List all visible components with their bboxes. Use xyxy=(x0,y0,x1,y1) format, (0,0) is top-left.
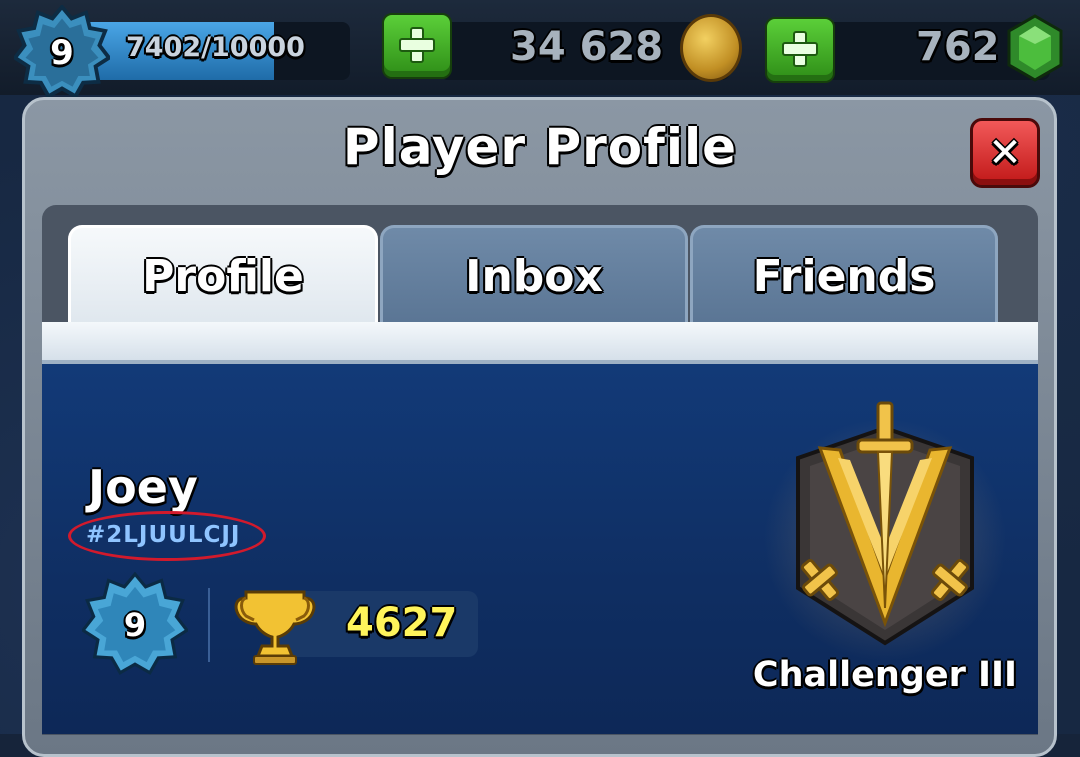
close-icon: ✕ xyxy=(988,130,1022,176)
arena-name: Challenger III xyxy=(752,655,1018,695)
top-level-number: 9 xyxy=(50,33,74,73)
arena-swords-icon[interactable] xyxy=(780,398,990,658)
tab-friends[interactable]: Friends xyxy=(690,225,998,325)
buy-gold-button[interactable] xyxy=(382,13,452,79)
dialog-title: Player Profile xyxy=(342,118,738,176)
trophy-count: 4627 xyxy=(346,600,458,646)
tab-underline-strip xyxy=(42,322,1038,364)
xp-progress-text: 7402/10000 xyxy=(126,32,305,63)
top-level-star-icon[interactable]: 9 xyxy=(12,3,112,101)
player-level-number: 9 xyxy=(123,606,147,644)
tab-profile[interactable]: Profile xyxy=(68,225,378,325)
gold-coin-icon xyxy=(680,14,742,82)
close-button[interactable]: ✕ xyxy=(970,118,1040,188)
gold-amount: 34 628 xyxy=(510,24,664,70)
stats-divider xyxy=(208,588,210,662)
player-level-badge: 9 xyxy=(80,571,190,678)
top-resource-bar: 7402/10000 9 34 628 762 xyxy=(0,0,1080,99)
player-name: Joey xyxy=(88,460,198,514)
trophy-icon xyxy=(234,590,316,665)
gem-amount: 762 xyxy=(916,24,1000,70)
gem-icon xyxy=(1007,14,1063,82)
buy-gems-button[interactable] xyxy=(765,17,835,83)
tab-inbox[interactable]: Inbox xyxy=(380,225,688,325)
player-tag[interactable]: #2LJUULCJJ xyxy=(86,522,241,548)
